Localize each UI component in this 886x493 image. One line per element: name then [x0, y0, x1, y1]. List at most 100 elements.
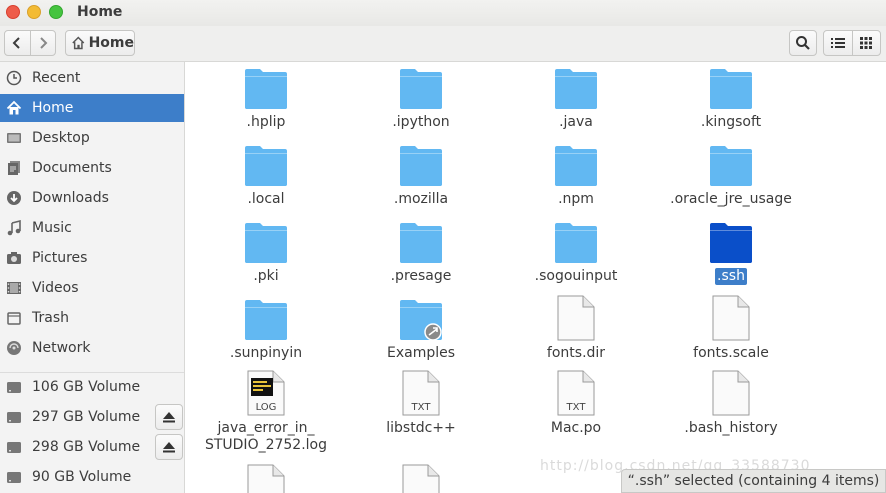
eject-icon [163, 442, 175, 453]
file-item[interactable]: .mozilla [346, 139, 496, 208]
status-bar: “.ssh” selected (containing 4 items) [621, 469, 886, 493]
drive-icon [6, 439, 22, 455]
file-item[interactable]: .hplip [191, 62, 341, 131]
eject-icon [163, 412, 175, 423]
maximize-window-button[interactable] [49, 5, 63, 19]
file-item[interactable]: LOG java_error_in_ STUDIO_2752.log [191, 370, 341, 454]
folder-link-icon [398, 295, 444, 341]
sidebar-item-label: Network [32, 340, 91, 356]
folder-icon [243, 64, 289, 110]
sidebar-item-network[interactable]: Network [0, 334, 184, 362]
file-name: fonts.scale [693, 345, 769, 361]
sidebar-item-label: 90 GB Volume [32, 469, 132, 485]
log-file-icon: LOG [243, 370, 289, 416]
window-title: Home [77, 4, 123, 20]
file-item[interactable]: .npm [501, 139, 651, 208]
sidebar-item-home[interactable]: Home [0, 94, 184, 122]
file-item[interactable]: .sogouinput [501, 216, 651, 285]
sidebar-item-label: Desktop [32, 130, 90, 146]
file-item[interactable]: TXT libstdc++ [346, 370, 496, 437]
file-name: fonts.dir [546, 345, 606, 361]
folder-icon [398, 218, 444, 264]
folder-icon [398, 64, 444, 110]
file-name: .local [247, 191, 285, 207]
file-item[interactable]: Examples [346, 293, 496, 362]
file-item[interactable]: .ipython [346, 62, 496, 131]
file-item[interactable] [191, 464, 341, 493]
file-icon [708, 370, 754, 416]
search-icon [796, 36, 810, 50]
camera-icon [6, 250, 22, 266]
folder-icon [553, 218, 599, 264]
sidebar: Recent Home Desktop Documents Downloads … [0, 62, 185, 493]
home-icon [6, 100, 22, 116]
desktop-icon [6, 130, 22, 146]
sidebar-item-label: Home [32, 100, 74, 116]
file-name: .sogouinput [534, 268, 618, 284]
file-icon [398, 464, 444, 493]
path-home-button[interactable]: Home [65, 30, 135, 56]
file-name: .java [559, 114, 593, 130]
file-type-badge: LOG [255, 402, 277, 413]
sidebar-item-downloads[interactable]: Downloads [0, 184, 184, 212]
file-icon [708, 295, 754, 341]
grid-view-button[interactable] [851, 31, 880, 55]
file-name: .ssh [715, 268, 747, 285]
folder-icon [708, 64, 754, 110]
sidebar-item-trash[interactable]: Trash [0, 304, 184, 332]
sidebar-item-documents[interactable]: Documents [0, 154, 184, 182]
eject-button[interactable] [155, 434, 183, 460]
forward-button[interactable] [29, 31, 55, 55]
file-item[interactable]: .local [191, 139, 341, 208]
trash-icon [6, 310, 22, 326]
file-item[interactable]: .ssh [656, 216, 806, 285]
folder-icon [243, 218, 289, 264]
search-button[interactable] [789, 30, 817, 56]
sidebar-item-label: 298 GB Volume [32, 439, 141, 455]
file-item[interactable]: fonts.dir [501, 293, 651, 362]
sidebar-item-desktop[interactable]: Desktop [0, 124, 184, 152]
close-window-button[interactable] [6, 5, 20, 19]
file-icon [243, 464, 289, 493]
sidebar-item-label: Downloads [32, 190, 109, 206]
file-item[interactable]: TXT Mac.po [501, 370, 651, 437]
clock-icon [6, 70, 22, 86]
folder-icon [708, 141, 754, 187]
grid-view-icon [860, 37, 873, 49]
file-item[interactable]: .sunpinyin [191, 293, 341, 362]
sidebar-item-videos[interactable]: Videos [0, 274, 184, 302]
home-icon [72, 36, 85, 50]
file-item[interactable] [346, 464, 496, 493]
eject-button[interactable] [155, 404, 183, 430]
sidebar-item-recent[interactable]: Recent [0, 64, 184, 92]
sidebar-item-label: Music [32, 220, 72, 236]
sidebar-item-label: Videos [32, 280, 79, 296]
file-item[interactable]: .oracle_jre_usage [656, 139, 806, 208]
sidebar-item-label: Recent [32, 70, 81, 86]
file-name: .oracle_jre_usage [670, 191, 792, 207]
sidebar-item-label: Documents [32, 160, 112, 176]
sidebar-item-volume-106[interactable]: 106 GB Volume [0, 373, 184, 401]
file-item[interactable]: fonts.scale [656, 293, 806, 362]
view-mode-buttons [823, 30, 881, 56]
back-button[interactable] [5, 31, 30, 55]
file-item[interactable]: .bash_history [656, 370, 806, 437]
file-type-badge: TXT [411, 402, 431, 413]
minimize-window-button[interactable] [27, 5, 41, 19]
file-grid: .hplip .ipython .java .kingsoft .local .mozil… [186, 62, 886, 493]
sidebar-item-music[interactable]: Music [0, 214, 184, 242]
text-file-icon: TXT [553, 370, 599, 416]
file-name: .sunpinyin [229, 345, 303, 361]
download-icon [6, 190, 22, 206]
list-view-button[interactable] [824, 31, 852, 55]
file-name: .bash_history [684, 420, 778, 436]
file-item[interactable]: .presage [346, 216, 496, 285]
sidebar-item-pictures[interactable]: Pictures [0, 244, 184, 272]
file-item[interactable]: .java [501, 62, 651, 131]
sidebar-item-label: 297 GB Volume [32, 409, 141, 425]
file-item[interactable]: .pki [191, 216, 341, 285]
sidebar-item-volume-90[interactable]: 90 GB Volume [0, 463, 184, 491]
text-file-icon: TXT [398, 370, 444, 416]
file-item[interactable]: .kingsoft [656, 62, 806, 131]
folder-icon [243, 141, 289, 187]
